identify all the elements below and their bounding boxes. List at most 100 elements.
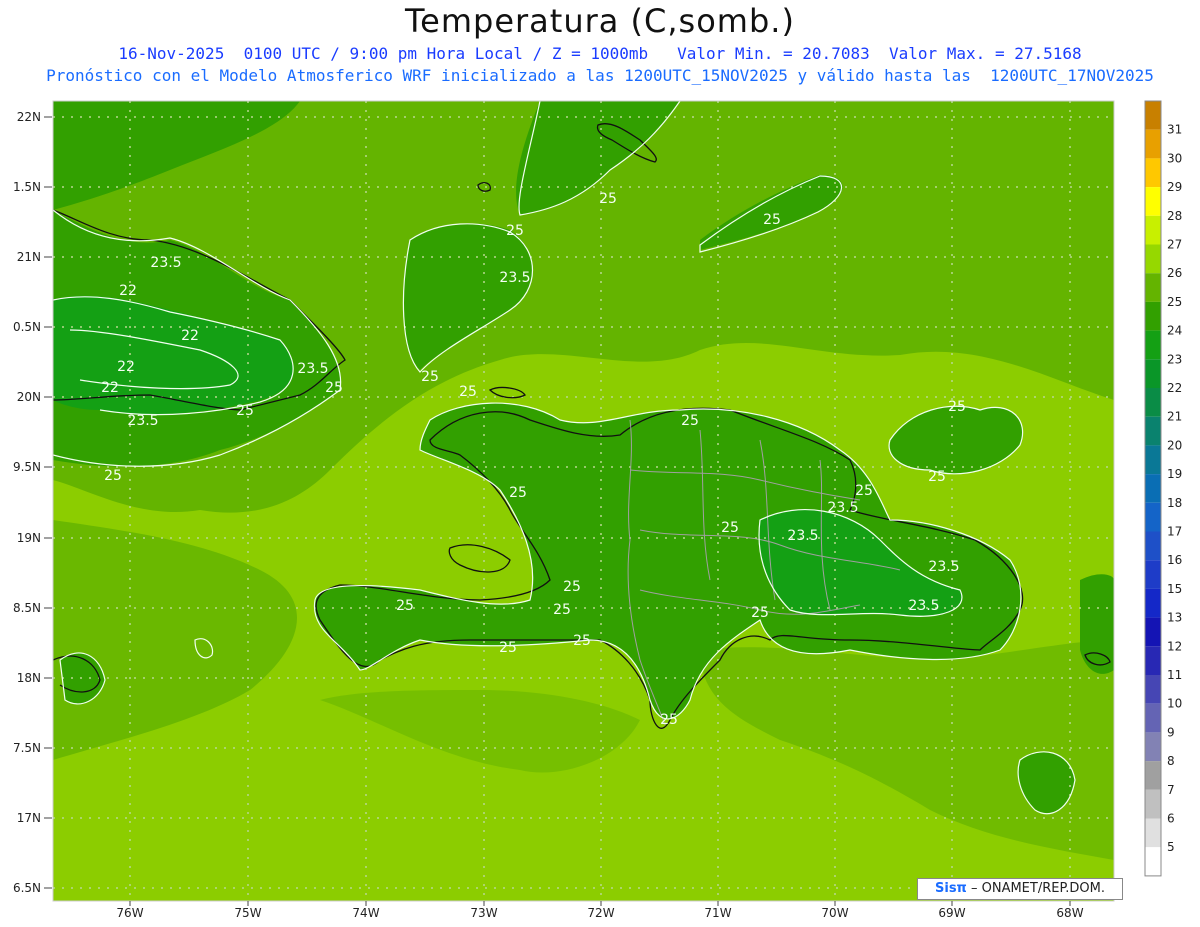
latitude-axis: 22N 1.5N 21N 0.5N 20N 9.5N 19N 8.5N 18N … xyxy=(13,110,41,895)
colorbar-swatch xyxy=(1145,703,1161,733)
contour-label: 22 xyxy=(101,380,119,396)
colorbar-swatch xyxy=(1145,158,1161,188)
contour-label: 22 xyxy=(119,283,137,299)
colorbar-swatch xyxy=(1145,617,1161,647)
contour-label: 25 xyxy=(660,712,678,728)
colorbar-label: 23 xyxy=(1167,352,1182,366)
colorbar-label: 30 xyxy=(1167,151,1182,165)
colorbar-swatch xyxy=(1145,675,1161,704)
colorbar-swatch xyxy=(1145,732,1161,762)
contour-label: 25 xyxy=(506,223,524,239)
contour-label: 25 xyxy=(928,469,946,485)
lon-label: 75W xyxy=(234,906,261,920)
contour-label: 25 xyxy=(236,403,254,419)
colorbar-swatch xyxy=(1145,474,1161,503)
colorbar-swatch xyxy=(1145,101,1161,130)
credit-text: – ONAMET/REP.DOM. xyxy=(966,881,1105,896)
colorbar-label: 28 xyxy=(1167,209,1182,223)
colorbar-label: 22 xyxy=(1167,381,1182,395)
colorbar-swatch xyxy=(1145,215,1161,245)
colorbar-label: 20 xyxy=(1167,438,1182,452)
lat-label: 9.5N xyxy=(13,460,41,474)
contour-label: 25 xyxy=(499,640,517,656)
colorbar-label: 5 xyxy=(1167,840,1175,854)
contour-label: 25 xyxy=(325,380,343,396)
colorbar-swatch xyxy=(1145,359,1161,388)
colorbar-swatch xyxy=(1145,847,1161,876)
contour-label: 25 xyxy=(396,598,414,614)
colorbar-label: 25 xyxy=(1167,295,1182,309)
colorbar: 31 30 29 28 27 26 25 24 23 22 21 20 19 18 17 16 15 13 12 11… xyxy=(1144,100,1182,877)
lat-label: 21N xyxy=(17,250,41,264)
contour-label: 22 xyxy=(117,359,135,375)
colorbar-swatch xyxy=(1145,416,1161,446)
lon-label: 72W xyxy=(587,906,614,920)
colorbar-swatch xyxy=(1145,445,1161,475)
lat-label: 6.5N xyxy=(13,881,41,895)
lat-label: 18N xyxy=(17,671,41,685)
colorbar-label: 31 xyxy=(1167,123,1182,137)
lat-label: 20N xyxy=(17,390,41,404)
colorbar-label: 11 xyxy=(1167,668,1182,682)
lat-label: 17N xyxy=(17,811,41,825)
contour-label: 25 xyxy=(573,633,591,649)
lat-label: 19N xyxy=(17,531,41,545)
lat-label: 1.5N xyxy=(13,180,41,194)
colorbar-label: 12 xyxy=(1167,639,1182,653)
colorbar-label: 8 xyxy=(1167,754,1175,768)
map-plot-area: 25 25 23.5 23.5 22 22 22 22 23.5 25 25 2… xyxy=(53,101,1114,901)
contour-label: 22 xyxy=(181,328,199,344)
contour-label: 23.5 xyxy=(150,255,181,271)
colorbar-swatch xyxy=(1145,129,1161,159)
contour-label: 25 xyxy=(459,384,477,400)
contour-label: 25 xyxy=(751,605,769,621)
contour-label: 25 xyxy=(763,212,781,228)
contour-label: 25 xyxy=(104,468,122,484)
latitude-ticks xyxy=(44,116,52,889)
contour-label: 23.5 xyxy=(908,598,939,614)
colorbar-swatch xyxy=(1145,818,1161,848)
contour-label: 25 xyxy=(721,520,739,536)
colorbar-swatch xyxy=(1145,789,1161,819)
contour-label: 25 xyxy=(599,191,617,207)
lon-label: 71W xyxy=(704,906,731,920)
lat-label: 7.5N xyxy=(13,741,41,755)
colorbar-swatch xyxy=(1145,531,1161,561)
colorbar-swatch xyxy=(1145,301,1161,331)
lat-label: 8.5N xyxy=(13,601,41,615)
colorbar-swatch xyxy=(1145,646,1161,675)
contour-label: 25 xyxy=(681,413,699,429)
lon-label: 70W xyxy=(821,906,848,920)
colorbar-swatch xyxy=(1145,761,1161,790)
colorbar-label: 21 xyxy=(1167,410,1182,424)
colorbar-label: 29 xyxy=(1167,180,1182,194)
contour-label: 25 xyxy=(563,579,581,595)
contour-label: 25 xyxy=(421,369,439,385)
colorbar-label: 13 xyxy=(1167,611,1182,625)
colorbar-label: 7 xyxy=(1167,783,1175,797)
colorbar-label: 6 xyxy=(1167,812,1175,826)
contour-label: 23.5 xyxy=(499,270,530,286)
colorbar-label: 26 xyxy=(1167,266,1182,280)
contour-label: 25 xyxy=(948,399,966,415)
contour-label: 25 xyxy=(553,602,571,618)
lon-label: 74W xyxy=(352,906,379,920)
colorbar-label: 10 xyxy=(1167,697,1182,711)
lon-label: 69W xyxy=(938,906,965,920)
colorbar-swatch xyxy=(1145,273,1161,302)
longitude-axis: 76W 75W 74W 73W 72W 71W 70W 69W 68W xyxy=(116,906,1083,920)
colorbar-label: 17 xyxy=(1167,525,1182,539)
sispi-logo: Sisπ xyxy=(935,881,967,896)
contour-label: 25 xyxy=(509,485,527,501)
colorbar-swatch xyxy=(1145,502,1161,532)
colorbar-label: 15 xyxy=(1167,582,1182,596)
contour-label: 23.5 xyxy=(928,559,959,575)
colorbar-label: 19 xyxy=(1167,467,1182,481)
colorbar-label: 9 xyxy=(1167,725,1175,739)
colorbar-swatch xyxy=(1145,388,1161,417)
credit-box: Sisπ – ONAMET/REP.DOM. xyxy=(917,878,1123,900)
contour-label: 23.5 xyxy=(297,361,328,377)
lat-label: 0.5N xyxy=(13,320,41,334)
colorbar-label: 16 xyxy=(1167,553,1182,567)
contour-label: 23.5 xyxy=(787,528,818,544)
